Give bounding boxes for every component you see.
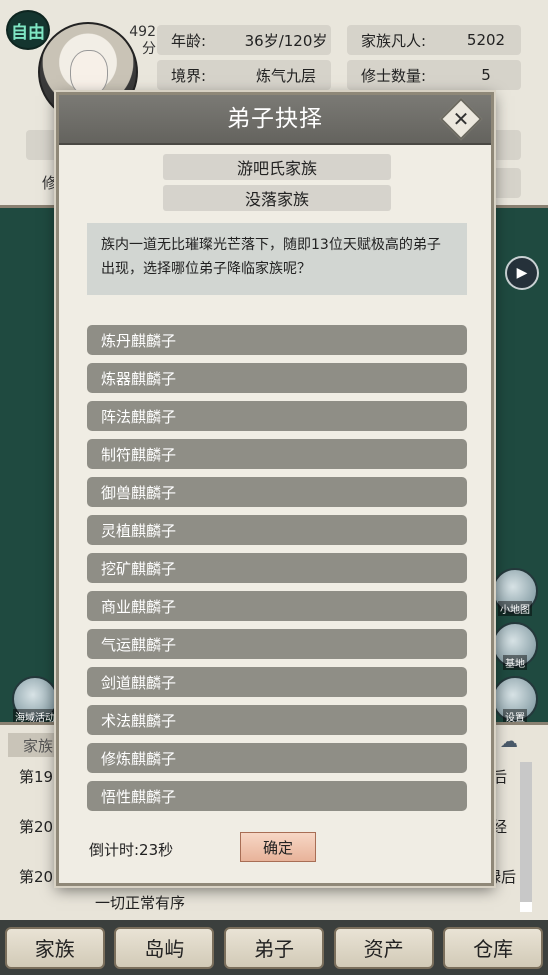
disciple-choice-dialog: 弟子抉择 ✕ 游吧氏家族 没落家族 族内一道无比璀璨光芒落下，随即13位天赋极高… (56, 92, 494, 886)
nav-disciples-button[interactable]: 弟子 (223, 926, 324, 969)
option-herb-planting[interactable]: 灵植麒麟子 (87, 515, 467, 545)
dialog-title: 弟子抉择 (227, 106, 323, 132)
minimap-label: 小地图 (498, 601, 532, 616)
nav-assets-button[interactable]: 资产 (333, 926, 434, 969)
option-talisman[interactable]: 制符麒麟子 (87, 439, 467, 469)
stat-realm: 境界: 炼气九层 (157, 60, 331, 90)
option-mining[interactable]: 挖矿麒麟子 (87, 553, 467, 583)
stat-mortals-value: 5202 (466, 31, 506, 49)
family-tag: 游吧氏家族 (163, 154, 391, 180)
confirm-button[interactable]: 确定 (240, 832, 316, 862)
free-mode-badge[interactable]: 自由 (6, 10, 50, 50)
avatar-face (70, 50, 108, 96)
chat-scrollbar[interactable] (520, 762, 532, 912)
option-beast-taming[interactable]: 御兽麒麟子 (87, 477, 467, 507)
option-forging[interactable]: 炼器麒麟子 (87, 363, 467, 393)
option-formation[interactable]: 阵法麒麟子 (87, 401, 467, 431)
play-icon[interactable]: ▶ (505, 256, 539, 290)
stat-cultivators: 修士数量: 5 (347, 60, 521, 90)
cloud-icon[interactable]: ☁ (500, 731, 536, 752)
close-button[interactable]: ✕ (439, 97, 483, 141)
score-label: 492分 (129, 24, 156, 57)
option-commerce[interactable]: 商业麒麟子 (87, 591, 467, 621)
nav-family-button[interactable]: 家族 (4, 926, 105, 969)
stat-age: 年龄: 36岁/120岁 (157, 25, 331, 55)
chat-line: 经 (492, 818, 508, 836)
dialog-description: 族内一道无比璀璨光芒落下，随即13位天赋极高的弟子出现，选择哪位弟子降临家族呢？ (87, 223, 467, 295)
countdown-label: 倒计时:23秒 (89, 841, 174, 859)
stat-age-key: 年龄: (171, 31, 207, 50)
hidden-row-label: 修 (42, 174, 58, 192)
option-sword[interactable]: 剑道麒麟子 (87, 667, 467, 697)
chat-line: 第20 (19, 818, 54, 836)
option-comprehension[interactable]: 悟性麒麟子 (87, 781, 467, 811)
sea-event-icon[interactable]: 海域活动 (12, 676, 58, 724)
bottom-nav: 家族 岛屿 弟子 资产 仓库 (0, 920, 548, 975)
option-spell[interactable]: 术法麒麟子 (87, 705, 467, 735)
stat-realm-key: 境界: (171, 66, 207, 85)
chat-line: 后 (492, 768, 508, 786)
option-cultivation[interactable]: 修炼麒麟子 (87, 743, 467, 773)
close-icon: ✕ (452, 107, 470, 131)
stat-mortals: 家族凡人: 5202 (347, 25, 521, 55)
settings-gear-icon[interactable]: 设置 (492, 676, 538, 724)
family-tag: 没落家族 (163, 185, 391, 211)
chat-line: 一切正常有序 (95, 894, 186, 912)
stat-realm-value: 炼气九层 (255, 66, 316, 85)
base-label: 基地 (503, 655, 527, 670)
base-icon[interactable]: 基地 (492, 622, 538, 670)
chat-line: 第20 (19, 868, 54, 886)
stat-age-value: 36岁/120岁 (244, 31, 328, 50)
nav-warehouse-button[interactable]: 仓库 (443, 926, 544, 969)
stat-cultivators-value: 5 (481, 66, 491, 84)
chat-line: 第19 (19, 768, 54, 786)
option-fortune[interactable]: 气运麒麟子 (87, 629, 467, 659)
stat-cultivators-key: 修士数量: (361, 66, 427, 85)
option-alchemy[interactable]: 炼丹麒麟子 (87, 325, 467, 355)
minimap-icon[interactable]: 小地图 (492, 568, 538, 616)
stat-mortals-key: 家族凡人: (361, 31, 427, 50)
chat-scroll-thumb[interactable] (520, 902, 532, 912)
nav-islands-button[interactable]: 岛屿 (114, 926, 215, 969)
